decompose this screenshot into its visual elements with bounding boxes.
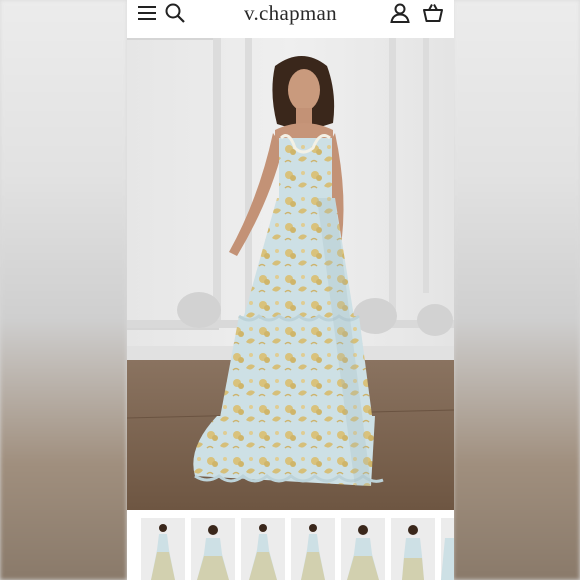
blurred-background-right [453,0,580,580]
thumbnail-strip [127,518,454,580]
blurred-background-left [0,0,127,580]
thumbnail[interactable] [341,518,385,580]
thumbnail[interactable] [391,518,435,580]
thumbnail[interactable] [291,518,335,580]
mobile-page: v.chapman [127,0,454,580]
thumbnail[interactable] [141,518,185,580]
cart-icon[interactable] [422,2,444,24]
thumbnail[interactable] [241,518,285,580]
floral-gown-photo [127,38,454,510]
site-header: v.chapman [127,0,454,38]
thumbnail[interactable] [441,518,454,580]
thumbnail[interactable] [191,518,235,580]
product-hero-image[interactable] [127,38,454,510]
account-icon[interactable] [389,2,411,24]
